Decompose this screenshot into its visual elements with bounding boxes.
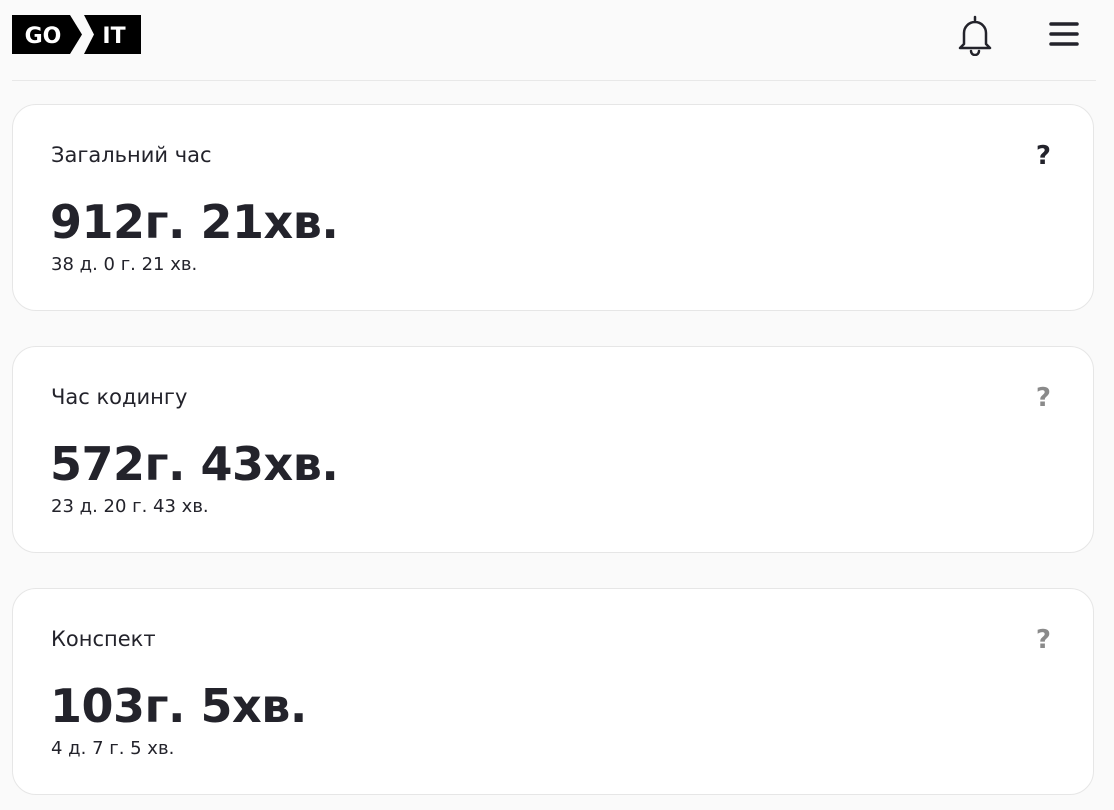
header: GO IT (12, 0, 1096, 81)
card-title: Конспект (51, 627, 156, 651)
card-total-time: Загальний час ? 912г. 21хв. 38 д. 0 г. 2… (12, 104, 1094, 311)
card-detail: 38 д. 0 г. 21 хв. (51, 254, 198, 275)
hamburger-menu-icon[interactable] (1049, 20, 1079, 52)
logo-text-it: IT (102, 24, 125, 49)
card-value: 572г. 43хв. (50, 437, 339, 491)
card-detail: 23 д. 20 г. 43 хв. (51, 496, 209, 517)
goit-logo[interactable]: GO IT (12, 15, 142, 54)
help-icon[interactable]: ? (1036, 383, 1051, 413)
card-notes-time: Конспект ? 103г. 5хв. 4 д. 7 г. 5 хв. (12, 588, 1094, 795)
help-icon[interactable]: ? (1036, 141, 1051, 171)
card-detail: 4 д. 7 г. 5 хв. (51, 738, 175, 759)
logo-text-go: GO (25, 24, 62, 49)
notifications-bell-icon[interactable] (956, 14, 994, 60)
help-icon[interactable]: ? (1036, 625, 1051, 655)
card-value: 103г. 5хв. (50, 679, 307, 733)
card-title: Загальний час (51, 143, 212, 167)
card-title: Час кодингу (51, 385, 188, 409)
card-coding-time: Час кодингу ? 572г. 43хв. 23 д. 20 г. 43… (12, 346, 1094, 553)
card-value: 912г. 21хв. (50, 195, 339, 249)
